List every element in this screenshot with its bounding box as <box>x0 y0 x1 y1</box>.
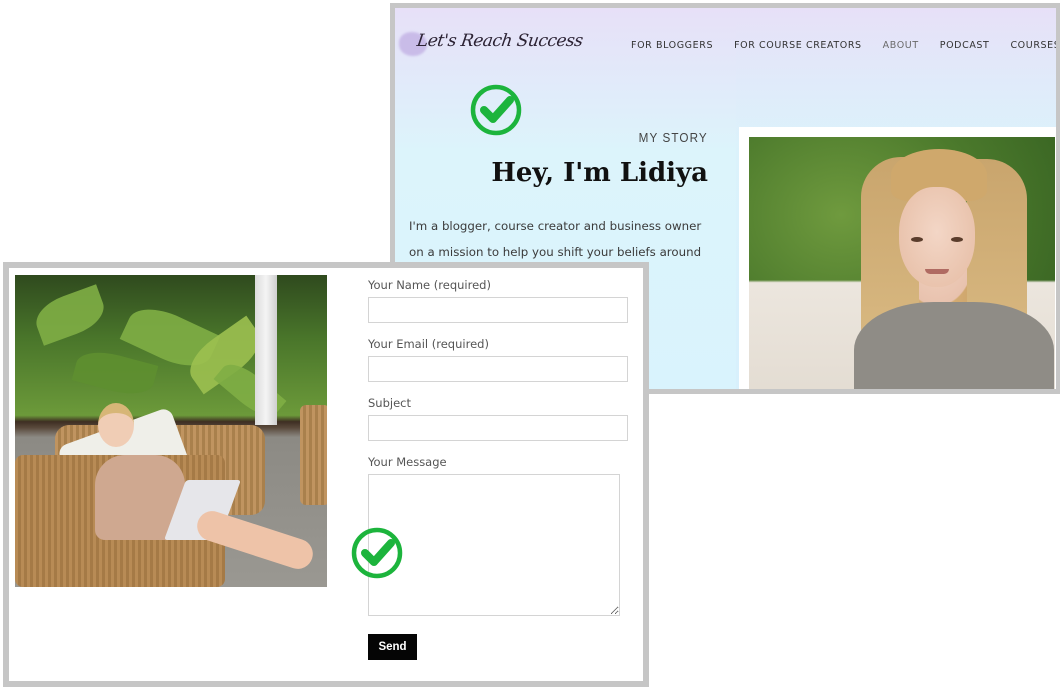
site-logo[interactable]: Let's Reach Success <box>399 25 584 65</box>
contact-page-screenshot: Your Name (required) Your Email (require… <box>3 262 649 687</box>
contact-form: Your Name (required) Your Email (require… <box>368 278 634 660</box>
photo-leaf <box>30 284 110 346</box>
email-label: Your Email (required) <box>368 337 489 351</box>
message-label: Your Message <box>368 455 447 469</box>
portrait-card <box>739 127 1056 389</box>
message-textarea[interactable] <box>368 474 620 616</box>
nav-podcast[interactable]: PODCAST <box>940 40 990 51</box>
portrait-eye-right <box>951 237 963 242</box>
main-nav: FOR BLOGGERS FOR COURSE CREATORS ABOUT P… <box>631 40 1056 51</box>
email-input[interactable] <box>368 356 628 382</box>
photo-person-head <box>98 403 134 447</box>
portrait-mouth <box>925 269 949 274</box>
portrait-image <box>749 137 1055 389</box>
page-headline: Hey, I'm Lidiya <box>491 158 708 188</box>
nav-for-course-creators[interactable]: FOR COURSE CREATORS <box>734 40 862 51</box>
check-circle-icon <box>350 526 404 580</box>
subject-input[interactable] <box>368 415 628 441</box>
photo-chair-2 <box>300 405 327 505</box>
logo-text: Let's Reach Success <box>415 31 584 51</box>
photo-leaf <box>71 345 159 401</box>
name-input[interactable] <box>368 297 628 323</box>
nav-courses[interactable]: COURSES <box>1010 40 1056 51</box>
portrait-eye-left <box>911 237 923 242</box>
send-button[interactable]: Send <box>368 634 417 660</box>
contact-photo <box>15 275 327 587</box>
portrait-sweater <box>854 302 1054 389</box>
nav-for-bloggers[interactable]: FOR BLOGGERS <box>631 40 713 51</box>
photo-pillar <box>255 275 277 425</box>
subject-label: Subject <box>368 396 411 410</box>
section-eyebrow: MY STORY <box>638 130 708 145</box>
name-label: Your Name (required) <box>368 278 491 292</box>
nav-about[interactable]: ABOUT <box>883 40 919 51</box>
check-circle-icon <box>469 83 523 137</box>
